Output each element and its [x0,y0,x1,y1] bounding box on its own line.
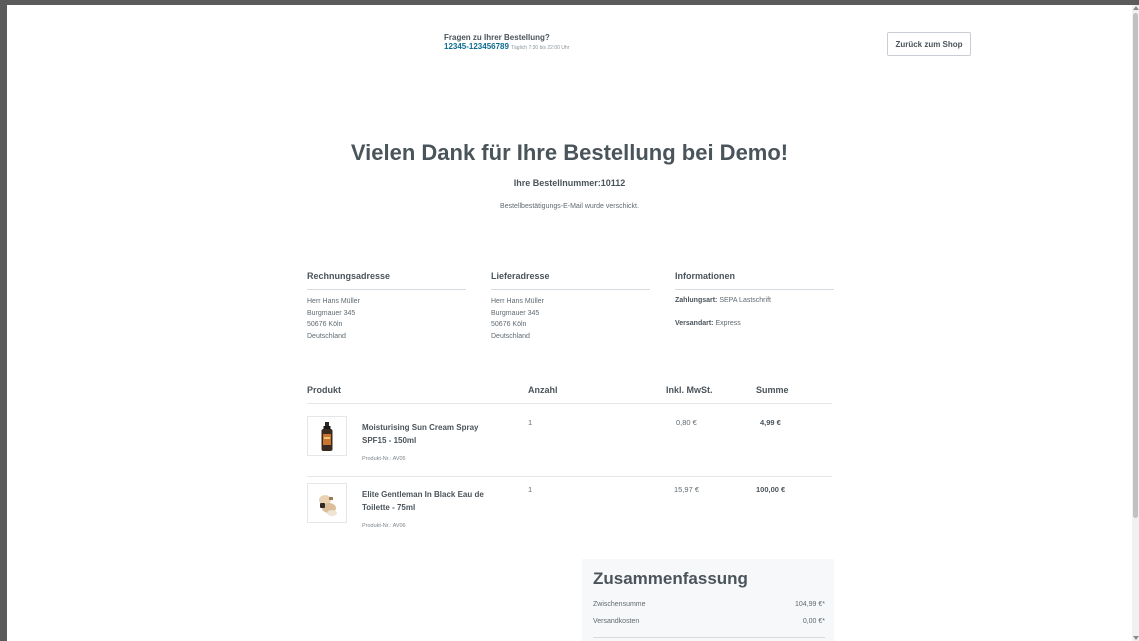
order-summary: Zusammenfassung Zwischensumme 104,99 €* … [582,559,834,641]
help-phone-link[interactable]: 12345-123456789 [444,42,509,51]
window-frame-top [0,0,1139,5]
scroll-up-icon[interactable] [1133,6,1139,10]
payment-method-label: Zahlungsart: [675,297,718,304]
summary-divider [593,637,825,638]
shipping-address-line: Deutschland [491,332,530,340]
shipping-method: Versandart: Express [675,320,741,327]
shipping-address-line: Herr Hans Müller [491,298,544,305]
product-image[interactable] [307,416,347,456]
shipping-method-label: Versandart: [675,320,714,327]
item-quantity: 1 [528,418,533,427]
subtotal-label: Zwischensumme [593,601,646,608]
billing-address-heading: Rechnungsadresse [307,271,466,290]
billing-address-line: Burgmauer 345 [307,309,356,317]
help-hours: Täglich 7:30 bis 22:00 Uhr [510,45,570,51]
table-divider [307,403,832,404]
product-name-line: Moisturising Sun Cream Spray [362,423,479,432]
mail-notice: Bestellbestätigungs-E-Mail wurde verschi… [500,203,639,210]
product-name-line: SPF15 - 150ml [362,436,417,445]
item-quantity: 1 [528,485,533,494]
shipping-address-line: Burgmauer 345 [491,309,540,317]
product-image[interactable] [307,483,347,523]
subtotal-value: 104,99 €* [795,601,825,608]
table-divider [307,476,832,477]
shipping-address-line: 50676 Köln [491,321,527,328]
billing-address-line: Deutschland [307,332,346,340]
column-header-product: Produkt [307,385,342,395]
help-question: Fragen zu Ihrer Bestellung? [444,33,550,42]
shipping-cost-label: Versandkosten [593,618,640,625]
summary-title: Zusammenfassung [593,569,748,588]
column-header-total: Summe [756,385,789,395]
page-title: Vielen Dank für Ihre Bestellung bei Demo… [350,140,789,165]
order-number: Ihre Bestellnummer:10112 [513,178,626,188]
product-number: Produkt-Nr.: AV06 [362,523,406,529]
shipping-method-value: Express [715,320,741,327]
window-frame-left [0,0,7,641]
billing-address-line: 50676 Köln [307,321,343,328]
item-vat: 15,97 € [674,485,700,494]
item-total: 4,99 € [760,418,781,427]
order-help: Fragen zu Ihrer Bestellung? 12345-123456… [444,33,569,51]
billing-address: Herr Hans Müller Burgmauer 345 50676 Köl… [307,296,360,342]
scroll-down-icon[interactable] [1133,636,1139,640]
product-number: Produkt-Nr.: AV05 [362,456,406,462]
sun-cream-bottle-icon [321,422,333,451]
shipping-address-heading: Lieferadresse [491,271,650,290]
shipping-cost-value: 0,00 €* [802,618,825,625]
product-name-link[interactable]: Moisturising Sun Cream Spray SPF15 - 150… [362,421,502,447]
item-vat: 0,80 € [676,418,697,427]
information-heading: Informationen [675,271,834,290]
payment-method: Zahlungsart: SEPA Lastschrift [675,297,771,304]
item-total: 100,00 € [756,485,786,494]
column-header-quantity: Anzahl [528,385,558,395]
back-to-shop-button[interactable]: Zurück zum Shop [887,32,971,56]
shipping-address: Herr Hans Müller Burgmauer 345 50676 Köl… [491,296,544,342]
scrollbar-thumb[interactable] [1133,13,1138,518]
vertical-scrollbar[interactable] [1132,5,1139,641]
summary-subtotal-row: Zwischensumme 104,99 €* [593,601,825,608]
product-name-line: Elite Gentleman In Black Eau de [362,490,484,499]
summary-shipping-row: Versandkosten 0,00 €* [593,618,825,625]
column-header-vat: Inkl. MwSt. [666,385,713,395]
billing-address-line: Herr Hans Müller [307,298,360,305]
product-name-line: Toilette - 75ml [362,503,416,512]
product-name-link[interactable]: Elite Gentleman In Black Eau de Toilette… [362,488,502,514]
perfume-bottle-icon [319,495,337,516]
payment-method-value: SEPA Lastschrift [719,297,771,304]
